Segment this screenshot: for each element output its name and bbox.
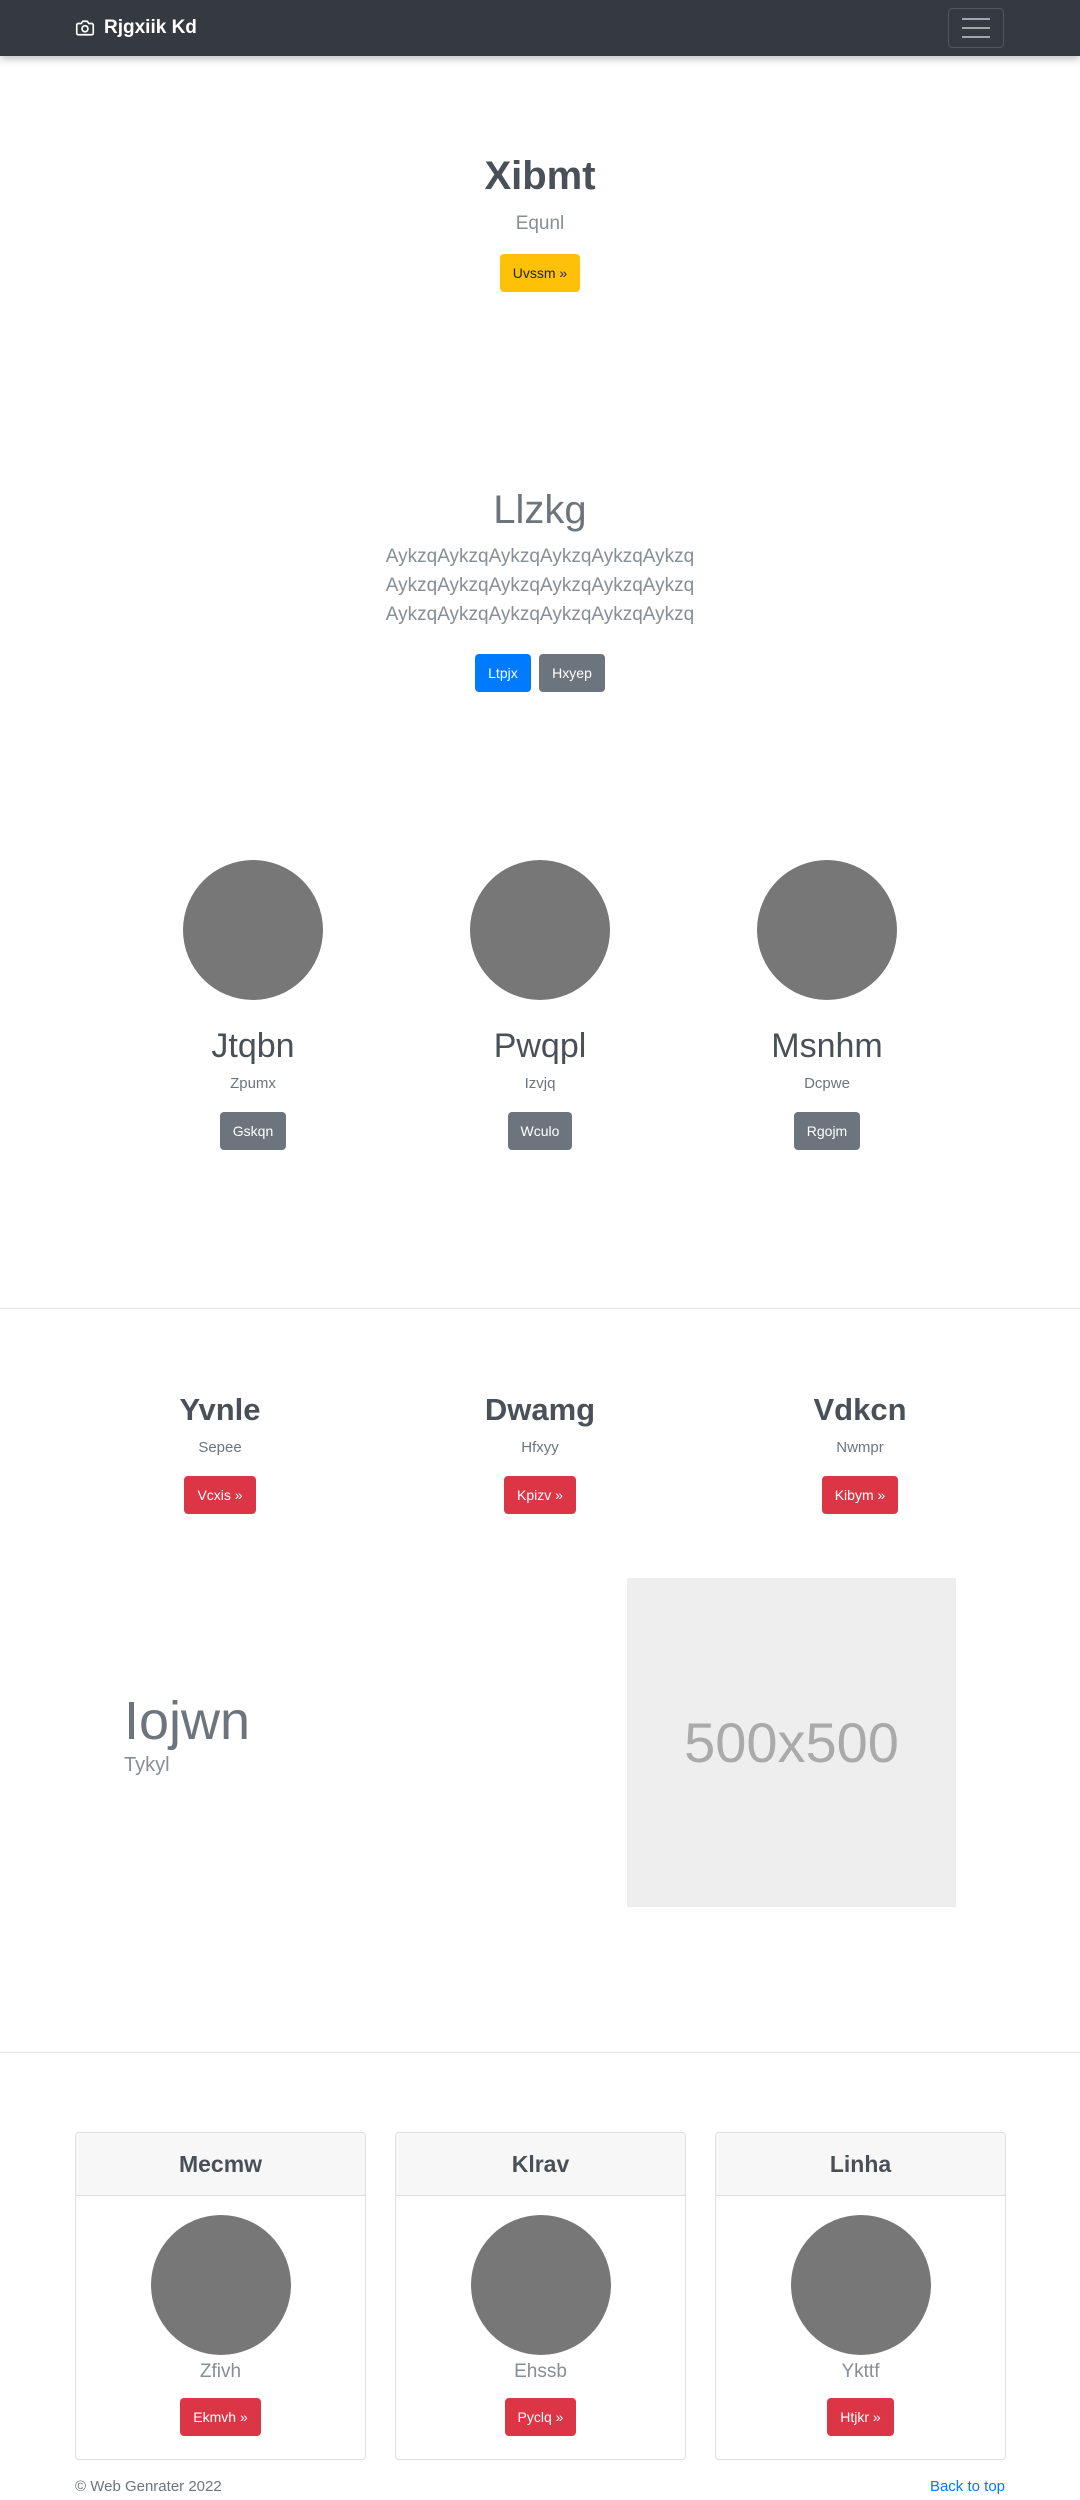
jumbotron-secondary-button[interactable]: Hxyep (539, 654, 605, 692)
card-button[interactable]: Ekmvh » (180, 2398, 261, 2436)
avatar-placeholder (183, 860, 323, 1000)
circle-title: Jtqbn (211, 1027, 295, 1065)
feature-title: Vdkcn (813, 1392, 907, 1427)
feature-button[interactable]: Kpizv » (504, 1476, 576, 1514)
card: Mecmw Zfivh Ekmvh » (75, 2132, 366, 2460)
back-to-top-link[interactable]: Back to top (930, 2478, 1005, 2495)
circle-subtitle: Izvjq (524, 1075, 556, 1092)
hamburger-menu-icon-bar (962, 36, 990, 38)
avatar-placeholder (470, 2215, 611, 2355)
circle-title: Msnhm (771, 1027, 883, 1065)
image-placeholder-label: 500x500 (684, 1711, 899, 1774)
circle-column: Pwqpl Izvjq Wculo (420, 860, 660, 1150)
feature-subtitle: Sepee (198, 1439, 242, 1456)
jumbotron-title: Llzkg (493, 488, 587, 532)
jumbotron-line: AykzqAykzqAykzqAykzqAykzqAykzq (385, 575, 695, 596)
jumbotron-primary-button[interactable]: Ltpjx (475, 654, 531, 692)
navbar: Rjgxiik Kd (0, 0, 1080, 56)
image-placeholder: 500x500 (627, 1578, 956, 1907)
feature-button[interactable]: Vcxis » (184, 1476, 256, 1514)
section-divider (0, 2052, 1080, 2053)
card-subtitle: Ykttf (841, 2361, 880, 2382)
circle-subtitle: Zpumx (230, 1075, 276, 1092)
section-divider (0, 1308, 1080, 1309)
card: Linha Ykttf Htjkr » (715, 2132, 1006, 2460)
avatar-placeholder (470, 860, 610, 1000)
avatar-placeholder (757, 860, 897, 1000)
footer-copyright: © Web Genrater 2022 (75, 2478, 222, 2495)
jumbotron-line: AykzqAykzqAykzqAykzqAykzqAykzq (385, 604, 695, 625)
circle-button[interactable]: Gskqn (219, 1112, 287, 1150)
feature-subtitle: Nwmpr (836, 1439, 884, 1456)
circle-subtitle: Dcpwe (804, 1075, 850, 1092)
hero-button[interactable]: Uvssm » (499, 254, 581, 292)
feature-title: Yvnle (179, 1392, 261, 1427)
card-button[interactable]: Pyclq » (504, 2398, 577, 2436)
circle-button[interactable]: Rgojm (793, 1112, 861, 1150)
navbar-brand[interactable]: Rjgxiik Kd (75, 16, 197, 40)
featurette-heading: Iojwn (124, 1691, 251, 1751)
feature-column: Yvnle Sepee Vcxis » (100, 1392, 340, 1514)
navbar-toggler-button[interactable] (948, 8, 1004, 48)
avatar-placeholder (790, 2215, 931, 2355)
card-header: Linha (716, 2133, 1005, 2196)
card-header: Klrav (396, 2133, 685, 2196)
hero-button-wrap: Uvssm » (0, 254, 1080, 292)
featurette-subtitle: Tykyl (124, 1754, 170, 1776)
circle-column: Jtqbn Zpumx Gskqn (133, 860, 373, 1150)
circle-column: Msnhm Dcpwe Rgojm (707, 860, 947, 1150)
camera-icon (75, 20, 95, 36)
card-subtitle: Zfivh (199, 2361, 242, 2382)
hero-subtitle: Equnl (515, 213, 565, 234)
circle-button[interactable]: Wculo (507, 1112, 573, 1150)
jumbotron-buttons: Ltpjx Hxyep (0, 654, 1080, 692)
hamburger-menu-icon (962, 18, 990, 20)
brand-label: Rjgxiik Kd (104, 17, 197, 38)
card: Klrav Ehssb Pyclq » (395, 2132, 686, 2460)
jumbotron-text: AykzqAykzqAykzqAykzqAykzqAykzq AykzqAykz… (0, 542, 1080, 629)
avatar-placeholder (150, 2215, 291, 2355)
jumbotron-line: AykzqAykzqAykzqAykzqAykzqAykzq (385, 546, 695, 567)
card-button[interactable]: Htjkr » (827, 2398, 894, 2436)
feature-subtitle: Hfxyy (521, 1439, 559, 1456)
card-header: Mecmw (76, 2133, 365, 2196)
hamburger-menu-icon-bar (962, 27, 990, 29)
feature-column: Vdkcn Nwmpr Kibym » (740, 1392, 980, 1514)
feature-button[interactable]: Kibym » (821, 1476, 899, 1514)
feature-column: Dwamg Hfxyy Kpizv » (420, 1392, 660, 1514)
hero-title: Xibmt (484, 154, 596, 198)
circle-title: Pwqpl (493, 1027, 587, 1065)
card-subtitle: Ehssb (514, 2361, 567, 2382)
feature-title: Dwamg (484, 1392, 596, 1427)
